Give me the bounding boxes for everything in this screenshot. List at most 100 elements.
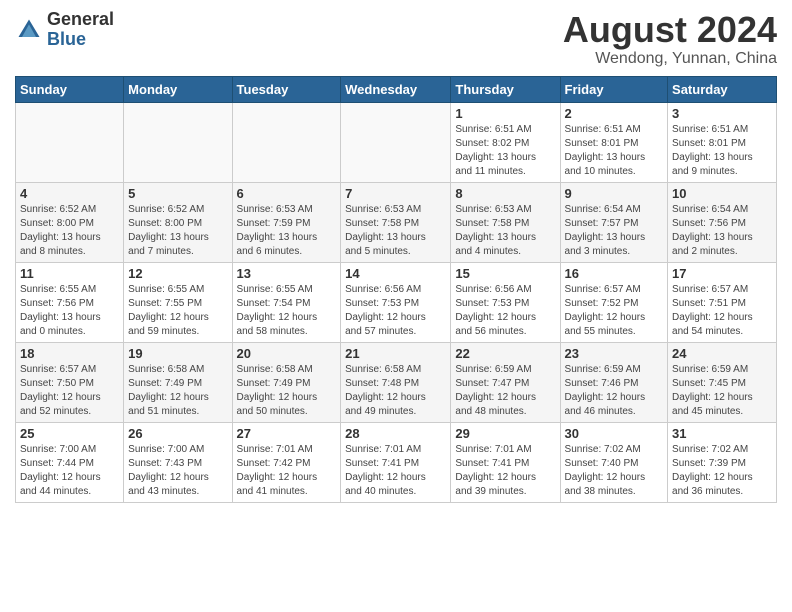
day-number: 19 — [128, 346, 227, 361]
day-info: Sunrise: 6:55 AM Sunset: 7:54 PM Dayligh… — [237, 283, 337, 339]
day-info: Sunrise: 6:58 AM Sunset: 7:48 PM Dayligh… — [345, 363, 446, 419]
calendar-day-12: 12Sunrise: 6:55 AM Sunset: 7:55 PM Dayli… — [124, 262, 232, 342]
day-number: 26 — [128, 426, 227, 441]
day-info: Sunrise: 7:01 AM Sunset: 7:41 PM Dayligh… — [455, 443, 555, 499]
calendar-day-31: 31Sunrise: 7:02 AM Sunset: 7:39 PM Dayli… — [668, 422, 777, 502]
day-number: 25 — [20, 426, 119, 441]
logo-general: General — [47, 9, 114, 29]
calendar-day-16: 16Sunrise: 6:57 AM Sunset: 7:52 PM Dayli… — [560, 262, 668, 342]
day-number: 3 — [672, 106, 772, 121]
calendar-day-9: 9 Sunrise: 6:54 AM Sunset: 7:57 PM Daylig… — [560, 182, 668, 262]
day-number: 27 — [237, 426, 337, 441]
day-info: Sunrise: 6:54 AM Sunset: 7:56 PM Dayligh… — [672, 203, 772, 259]
calendar-day-11: 11 Sunrise: 6:55 AM Sunset: 7:56 PM Dayli… — [16, 262, 124, 342]
calendar-day-14: 14 Sunrise: 6:56 AM Sunset: 7:53 PM Dayli… — [341, 262, 451, 342]
day-number: 14 — [345, 266, 446, 281]
calendar-day-27: 27 Sunrise: 7:01 AM Sunset: 7:42 PM Dayli… — [232, 422, 341, 502]
day-info: Sunrise: 6:58 AM Sunset: 7:49 PM Dayligh… — [128, 363, 227, 419]
day-number: 20 — [237, 346, 337, 361]
day-header-wednesday: Wednesday — [341, 76, 451, 102]
calendar-day-25: 25 Sunrise: 7:00 AM Sunset: 7:44 PM Dayli… — [16, 422, 124, 502]
calendar-day-28: 28 Sunrise: 7:01 AM Sunset: 7:41 PM Dayli… — [341, 422, 451, 502]
calendar-day-18: 18 Sunrise: 6:57 AM Sunset: 7:50 PM Dayli… — [16, 342, 124, 422]
logo-icon — [15, 16, 43, 44]
day-number: 23 — [565, 346, 664, 361]
day-info: Sunrise: 7:01 AM Sunset: 7:41 PM Dayligh… — [345, 443, 446, 499]
day-number: 9 — [565, 186, 664, 201]
day-info: Sunrise: 7:00 AM Sunset: 7:44 PM Dayligh… — [20, 443, 119, 499]
calendar-container: General Blue August 2024 Wendong, Yunnan… — [0, 0, 792, 513]
calendar-day-24: 24 Sunrise: 6:59 AM Sunset: 7:45 PM Dayli… — [668, 342, 777, 422]
day-number: 4 — [20, 186, 119, 201]
day-number: 1 — [455, 106, 555, 121]
day-info: Sunrise: 6:54 AM Sunset: 7:57 PM Dayligh… — [565, 203, 664, 259]
calendar-empty — [16, 102, 124, 182]
day-info: Sunrise: 6:51 AM Sunset: 8:01 PM Dayligh… — [672, 123, 772, 179]
day-number: 16 — [565, 266, 664, 281]
day-number: 7 — [345, 186, 446, 201]
calendar-week-2: 4 Sunrise: 6:52 AM Sunset: 8:00 PM Daylig… — [16, 182, 777, 262]
day-info: Sunrise: 6:52 AM Sunset: 8:00 PM Dayligh… — [20, 203, 119, 259]
day-info: Sunrise: 6:51 AM Sunset: 8:02 PM Dayligh… — [455, 123, 555, 179]
day-header-friday: Friday — [560, 76, 668, 102]
day-info: Sunrise: 7:00 AM Sunset: 7:43 PM Dayligh… — [128, 443, 227, 499]
day-info: Sunrise: 6:55 AM Sunset: 7:56 PM Dayligh… — [20, 283, 119, 339]
day-number: 28 — [345, 426, 446, 441]
day-info: Sunrise: 6:59 AM Sunset: 7:45 PM Dayligh… — [672, 363, 772, 419]
day-number: 2 — [565, 106, 664, 121]
day-number: 15 — [455, 266, 555, 281]
day-info: Sunrise: 6:57 AM Sunset: 7:51 PM Dayligh… — [672, 283, 772, 339]
day-number: 24 — [672, 346, 772, 361]
day-number: 22 — [455, 346, 555, 361]
month-year: August 2024 — [563, 10, 777, 50]
day-number: 12 — [128, 266, 227, 281]
calendar-week-4: 18 Sunrise: 6:57 AM Sunset: 7:50 PM Dayli… — [16, 342, 777, 422]
logo-blue: Blue — [47, 29, 86, 49]
calendar-day-2: 2 Sunrise: 6:51 AM Sunset: 8:01 PM Daylig… — [560, 102, 668, 182]
day-info: Sunrise: 6:56 AM Sunset: 7:53 PM Dayligh… — [345, 283, 446, 339]
day-number: 6 — [237, 186, 337, 201]
day-number: 30 — [565, 426, 664, 441]
calendar-day-20: 20 Sunrise: 6:58 AM Sunset: 7:49 PM Dayli… — [232, 342, 341, 422]
calendar-day-21: 21Sunrise: 6:58 AM Sunset: 7:48 PM Dayli… — [341, 342, 451, 422]
logo-text: General Blue — [47, 10, 114, 50]
day-info: Sunrise: 6:53 AM Sunset: 7:59 PM Dayligh… — [237, 203, 337, 259]
calendar-day-1: 1 Sunrise: 6:51 AM Sunset: 8:02 PM Daylig… — [451, 102, 560, 182]
day-number: 11 — [20, 266, 119, 281]
day-header-saturday: Saturday — [668, 76, 777, 102]
calendar-week-1: 1 Sunrise: 6:51 AM Sunset: 8:02 PM Daylig… — [16, 102, 777, 182]
day-info: Sunrise: 7:02 AM Sunset: 7:40 PM Dayligh… — [565, 443, 664, 499]
day-number: 5 — [128, 186, 227, 201]
day-info: Sunrise: 6:57 AM Sunset: 7:50 PM Dayligh… — [20, 363, 119, 419]
calendar-day-30: 30 Sunrise: 7:02 AM Sunset: 7:40 PM Dayli… — [560, 422, 668, 502]
day-info: Sunrise: 6:51 AM Sunset: 8:01 PM Dayligh… — [565, 123, 664, 179]
day-info: Sunrise: 6:59 AM Sunset: 7:47 PM Dayligh… — [455, 363, 555, 419]
calendar-day-29: 29 Sunrise: 7:01 AM Sunset: 7:41 PM Dayli… — [451, 422, 560, 502]
day-number: 31 — [672, 426, 772, 441]
calendar-header-row: SundayMondayTuesdayWednesdayThursdayFrid… — [16, 76, 777, 102]
calendar-empty — [124, 102, 232, 182]
day-info: Sunrise: 6:58 AM Sunset: 7:49 PM Dayligh… — [237, 363, 337, 419]
calendar-day-6: 6 Sunrise: 6:53 AM Sunset: 7:59 PM Daylig… — [232, 182, 341, 262]
calendar-day-26: 26 Sunrise: 7:00 AM Sunset: 7:43 PM Dayli… — [124, 422, 232, 502]
day-header-tuesday: Tuesday — [232, 76, 341, 102]
logo: General Blue — [15, 10, 114, 50]
calendar-day-3: 3 Sunrise: 6:51 AM Sunset: 8:01 PM Daylig… — [668, 102, 777, 182]
calendar-day-8: 8Sunrise: 6:53 AM Sunset: 7:58 PM Daylig… — [451, 182, 560, 262]
day-number: 10 — [672, 186, 772, 201]
calendar-week-5: 25 Sunrise: 7:00 AM Sunset: 7:44 PM Dayli… — [16, 422, 777, 502]
calendar-day-15: 15Sunrise: 6:56 AM Sunset: 7:53 PM Dayli… — [451, 262, 560, 342]
day-info: Sunrise: 7:01 AM Sunset: 7:42 PM Dayligh… — [237, 443, 337, 499]
day-info: Sunrise: 6:52 AM Sunset: 8:00 PM Dayligh… — [128, 203, 227, 259]
calendar-day-5: 5 Sunrise: 6:52 AM Sunset: 8:00 PM Daylig… — [124, 182, 232, 262]
day-info: Sunrise: 6:53 AM Sunset: 7:58 PM Dayligh… — [455, 203, 555, 259]
day-number: 18 — [20, 346, 119, 361]
calendar-day-17: 17 Sunrise: 6:57 AM Sunset: 7:51 PM Dayli… — [668, 262, 777, 342]
calendar-day-23: 23Sunrise: 6:59 AM Sunset: 7:46 PM Dayli… — [560, 342, 668, 422]
day-number: 17 — [672, 266, 772, 281]
calendar-week-3: 11 Sunrise: 6:55 AM Sunset: 7:56 PM Dayli… — [16, 262, 777, 342]
day-number: 29 — [455, 426, 555, 441]
day-header-monday: Monday — [124, 76, 232, 102]
location: Wendong, Yunnan, China — [563, 50, 777, 68]
day-header-sunday: Sunday — [16, 76, 124, 102]
